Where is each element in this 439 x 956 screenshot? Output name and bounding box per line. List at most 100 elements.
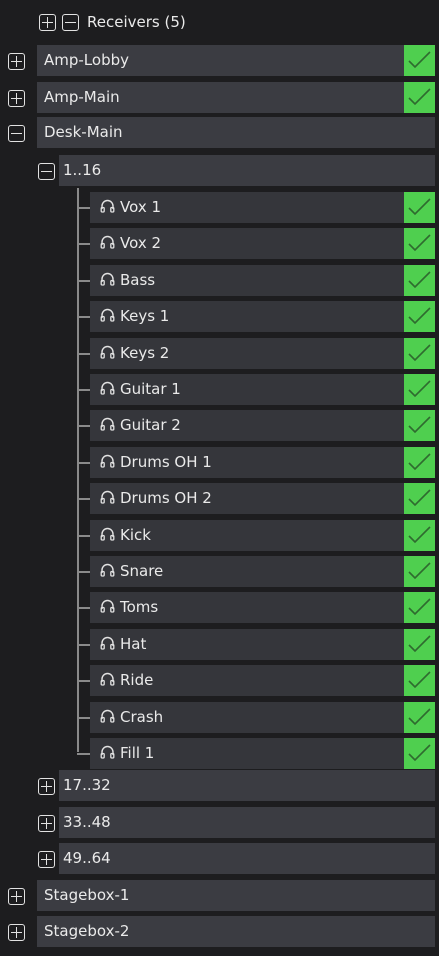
channel-checkbox[interactable] (404, 592, 435, 623)
collapse-group-1-16-icon[interactable] (38, 163, 55, 180)
channel-checkbox[interactable] (404, 374, 435, 405)
channel-checkbox[interactable] (404, 228, 435, 259)
receiver-label-stagebox-1: Stagebox-1 (44, 886, 130, 904)
tree-branch-line (77, 753, 90, 755)
channel-label: Keys 2 (120, 344, 170, 362)
channel-row[interactable]: Vox 2 (90, 228, 435, 259)
expand-all-icon[interactable] (39, 14, 56, 31)
channel-checkbox[interactable] (404, 738, 435, 769)
channel-label: Kick (120, 526, 151, 544)
channel-label: Vox 2 (120, 234, 162, 252)
channel-label: Keys 1 (120, 307, 170, 325)
tree-branch-line (77, 207, 90, 209)
checkmark-icon (408, 562, 431, 580)
channel-checkbox[interactable] (404, 265, 435, 296)
channel-row[interactable]: Fill 1 (90, 738, 435, 769)
channel-checkbox[interactable] (404, 192, 435, 223)
expand-amp-main-icon[interactable] (8, 90, 25, 107)
expand-stagebox-1-icon[interactable] (8, 888, 25, 905)
channel-checkbox[interactable] (404, 520, 435, 551)
channel-row[interactable]: Drums OH 1 (90, 447, 435, 478)
channel-label: Ride (120, 671, 154, 689)
receivers-title: Receivers (5) (87, 12, 186, 32)
headphones-icon (100, 527, 115, 541)
channel-checkbox[interactable] (404, 447, 435, 478)
headphones-icon (100, 490, 115, 504)
channel-row[interactable]: Vox 1 (90, 192, 435, 223)
group-row-1-16[interactable]: 1..16 (59, 155, 435, 186)
group-row-49-64[interactable]: 49..64 (59, 843, 435, 874)
group-label-49-64: 49..64 (63, 849, 111, 867)
channel-label: Toms (120, 598, 159, 616)
channel-label: Snare (120, 562, 164, 580)
channel-row[interactable]: Guitar 2 (90, 410, 435, 441)
expand-stagebox-2-icon[interactable] (8, 924, 25, 941)
receiver-row-stagebox-2[interactable]: Stagebox-2 (37, 916, 435, 947)
receiver-row-amp-main[interactable]: Amp-Main (37, 82, 435, 113)
channel-row[interactable]: Crash (90, 702, 435, 733)
headphones-icon (100, 235, 115, 249)
expand-amp-lobby-icon[interactable] (8, 53, 25, 70)
group-row-33-48[interactable]: 33..48 (59, 807, 435, 838)
checkmark-icon (408, 88, 431, 106)
channel-row[interactable]: Bass (90, 265, 435, 296)
collapse-all-icon[interactable] (62, 14, 79, 31)
tree-branch-line (77, 717, 90, 719)
tree-branch-line (77, 425, 90, 427)
channel-label: Crash (120, 708, 164, 726)
checkmark-icon (408, 344, 431, 362)
receiver-row-desk-main[interactable]: Desk-Main (37, 117, 435, 148)
channel-checkbox[interactable] (404, 665, 435, 696)
receiver-label-amp-lobby: Amp-Lobby (44, 51, 129, 69)
receivers-count: (5) (164, 13, 186, 31)
checkmark-icon (408, 526, 431, 544)
receiver-row-stagebox-1[interactable]: Stagebox-1 (37, 880, 435, 911)
channel-label: Guitar 2 (120, 416, 181, 434)
checkmark-icon (408, 51, 431, 69)
headphones-icon (100, 308, 115, 322)
channel-row[interactable]: Keys 2 (90, 338, 435, 369)
checkmark-icon (408, 744, 431, 762)
checkmark-icon (408, 708, 431, 726)
group-row-17-32[interactable]: 17..32 (59, 770, 435, 801)
channel-row[interactable]: Drums OH 2 (90, 483, 435, 514)
tree-branch-line (77, 353, 90, 355)
channel-checkbox[interactable] (404, 702, 435, 733)
group-label-17-32: 17..32 (63, 776, 111, 794)
channel-label: Hat (120, 635, 147, 653)
receiver-row-amp-lobby[interactable]: Amp-Lobby (37, 45, 435, 76)
channel-row[interactable]: Kick (90, 520, 435, 551)
channel-checkbox[interactable] (404, 556, 435, 587)
channel-row[interactable]: Ride (90, 665, 435, 696)
checkmark-icon (408, 635, 431, 653)
headphones-icon (100, 454, 115, 468)
receiver-checkbox-amp-lobby[interactable] (404, 45, 435, 76)
channel-row[interactable]: Hat (90, 629, 435, 660)
expand-group-49-64-icon[interactable] (38, 851, 55, 868)
channel-row[interactable]: Keys 1 (90, 301, 435, 332)
collapse-desk-main-icon[interactable] (8, 125, 25, 142)
checkmark-icon (408, 234, 431, 252)
channel-row[interactable]: Guitar 1 (90, 374, 435, 405)
checkmark-icon (408, 198, 431, 216)
checkmark-icon (408, 671, 431, 689)
tree-branch-line (77, 535, 90, 537)
channel-checkbox[interactable] (404, 483, 435, 514)
headphones-icon (100, 417, 115, 431)
channel-checkbox[interactable] (404, 410, 435, 441)
checkmark-icon (408, 271, 431, 289)
channel-row[interactable]: Snare (90, 556, 435, 587)
receiver-checkbox-amp-main[interactable] (404, 82, 435, 113)
channel-label: Vox 1 (120, 198, 162, 216)
channel-checkbox[interactable] (404, 629, 435, 660)
channel-row[interactable]: Toms (90, 592, 435, 623)
tree-branch-line (77, 243, 90, 245)
tree-branch-line (77, 644, 90, 646)
expand-group-17-32-icon[interactable] (38, 778, 55, 795)
headphones-icon (100, 199, 115, 213)
checkmark-icon (408, 598, 431, 616)
channel-checkbox[interactable] (404, 338, 435, 369)
expand-group-33-48-icon[interactable] (38, 815, 55, 832)
channel-checkbox[interactable] (404, 301, 435, 332)
group-label-1-16: 1..16 (63, 161, 102, 179)
